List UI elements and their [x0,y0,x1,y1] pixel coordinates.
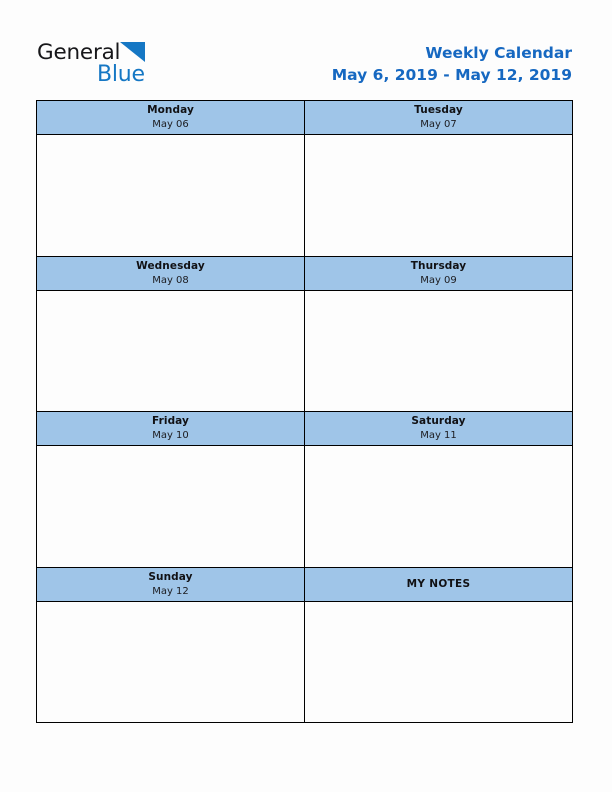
calendar-row-cells [37,446,573,568]
calendar-row-cells [37,135,573,257]
logo-word-blue: Blue [97,62,145,87]
day-cell-sunday[interactable] [37,601,305,723]
calendar-row: Sunday May 12 MY NOTES [37,567,573,723]
day-cell-thursday[interactable] [305,290,573,412]
day-header-sunday[interactable]: Sunday May 12 [37,567,305,602]
day-name-label: Sunday [148,570,193,583]
notes-cell[interactable] [305,601,573,723]
notes-header[interactable]: MY NOTES [305,567,573,602]
day-name-label: Saturday [411,415,466,427]
day-cell-saturday[interactable] [305,446,573,568]
calendar-row-headers: Monday May 06 Tuesday May 07 [37,101,573,135]
day-date-label: May 09 [420,274,457,286]
page-title-text: Weekly Calendar [425,44,572,62]
brand-logo: General Blue [37,40,237,88]
calendar-grid: Monday May 06 Tuesday May 07 Wednesday M… [36,100,573,723]
calendar-row-cells [37,601,573,723]
calendar-row-cells [37,290,573,412]
day-date-label: May 10 [152,430,189,441]
day-name-label: Wednesday [136,259,205,272]
calendar-row-headers: Wednesday May 08 Thursday May 09 [37,256,573,291]
day-name-label: Thursday [410,259,467,272]
day-header-monday[interactable]: Monday May 06 [37,101,305,135]
triangle-icon [120,42,146,62]
day-name-label: Friday [151,415,189,427]
day-header-wednesday[interactable]: Wednesday May 08 [37,256,305,291]
date-range-text: May 6, 2019 - May 12, 2019 [331,66,572,84]
calendar-row-headers: Sunday May 12 MY NOTES [37,567,573,602]
day-date-label: May 11 [420,430,457,441]
day-date-label: May 08 [152,274,189,286]
day-date-label: May 06 [152,119,189,130]
day-name-label: Tuesday [414,104,463,116]
day-header-thursday[interactable]: Thursday May 09 [305,256,573,291]
day-header-friday[interactable]: Friday May 10 [37,412,305,446]
calendar-row: Monday May 06 Tuesday May 07 [37,101,573,257]
page-title: Weekly Calendar May 6, 2019 - May 12, 20… [332,44,572,85]
day-cell-tuesday[interactable] [305,135,573,257]
notes-title-label: MY NOTES [406,577,471,590]
day-header-saturday[interactable]: Saturday May 11 [305,412,573,446]
day-name-label: Monday [147,104,194,116]
day-cell-friday[interactable] [37,446,305,568]
calendar-row: Wednesday May 08 Thursday May 09 [37,256,573,412]
day-cell-monday[interactable] [37,135,305,257]
day-header-tuesday[interactable]: Tuesday May 07 [305,101,573,135]
day-cell-wednesday[interactable] [37,290,305,412]
page-header: General Blue Weekly Calendar May 6, 2019… [0,0,612,100]
calendar-row: Friday May 10 Saturday May 11 [37,412,573,568]
calendar-row-headers: Friday May 10 Saturday May 11 [37,412,573,446]
day-date-label: May 07 [420,119,457,130]
day-date-label: May 12 [152,585,189,597]
